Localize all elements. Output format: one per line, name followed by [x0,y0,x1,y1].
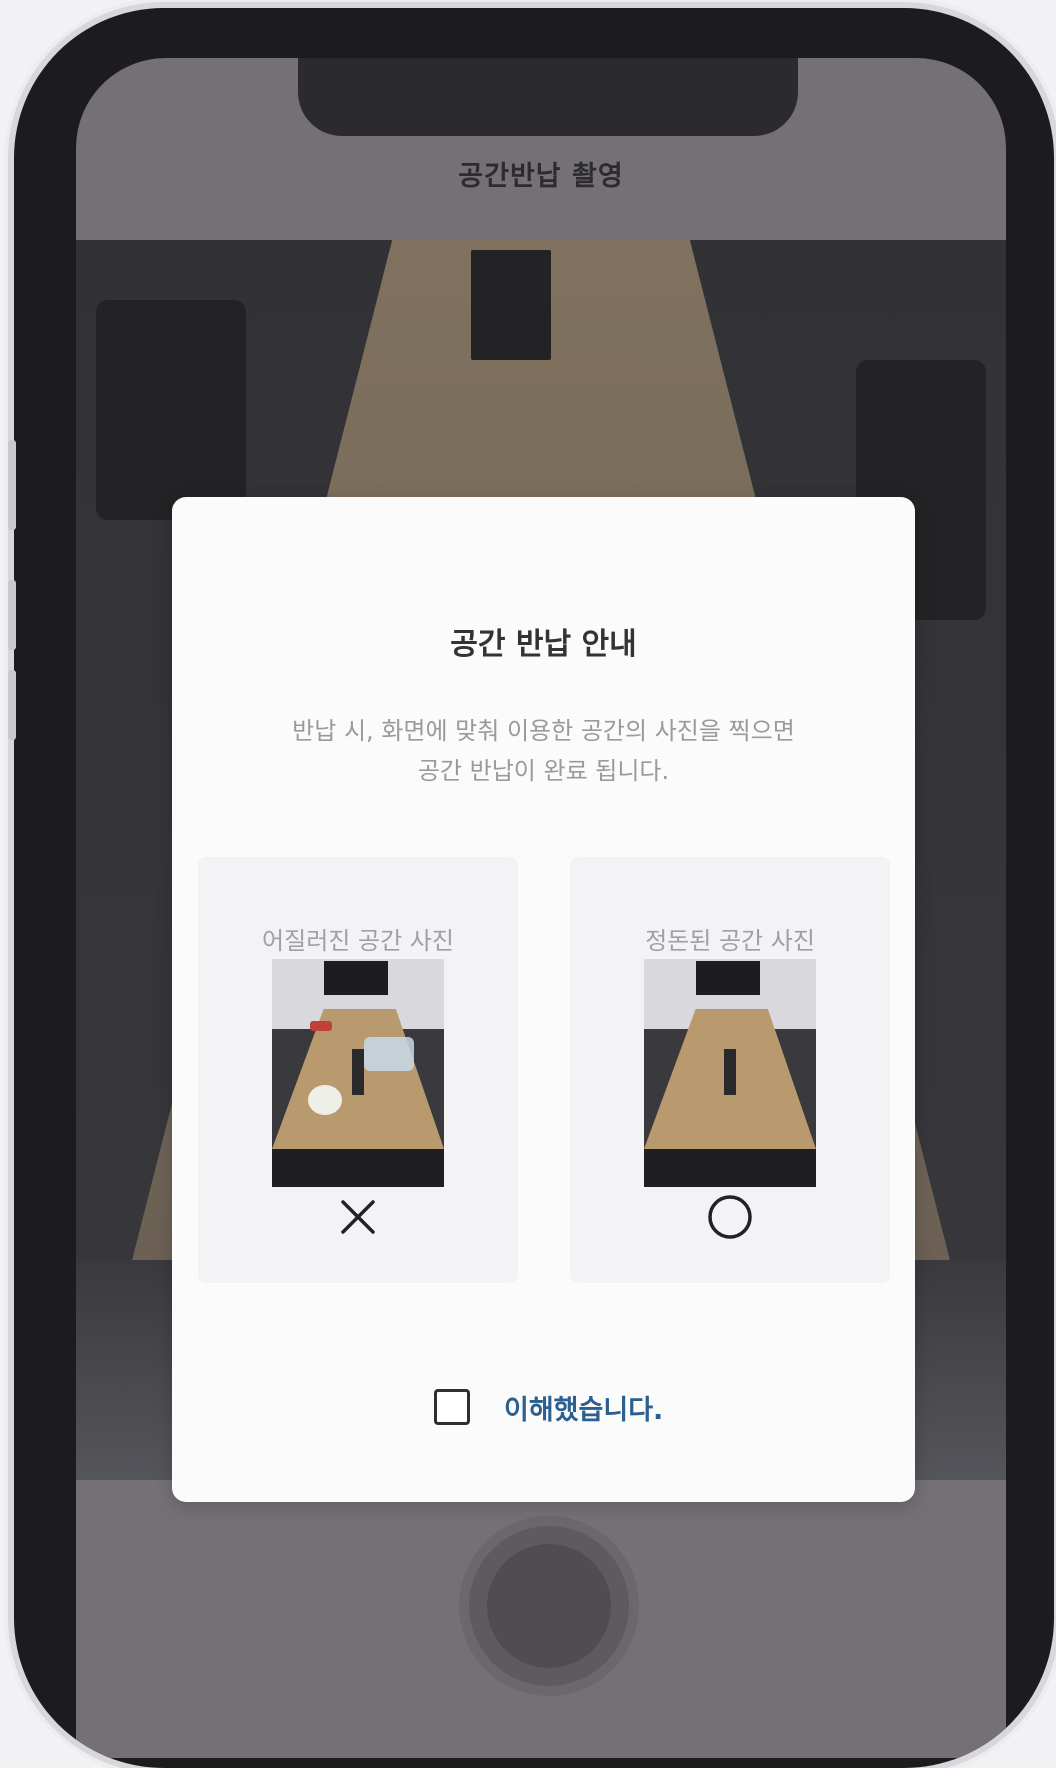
understood-label[interactable]: 이해했습니다. [504,1388,663,1427]
modal-description-line-2: 공간 반납이 완료 됩니다. [417,757,670,785]
phone-notch [298,58,798,136]
modal-description: 반납 시, 화면에 맞춰 이용한 공간의 사진을 찍으면 공간 반납이 완료 됩… [212,711,875,791]
messy-room-photo [272,959,444,1187]
shutter-button-inner [487,1544,611,1668]
modal-title: 공간 반납 안내 [450,627,637,662]
return-guide-modal: 공간 반납 안내 반납 시, 화면에 맞춰 이용한 공간의 사진을 찍으면 공간… [172,497,915,1502]
understood-confirm[interactable]: 이해했습니다. [434,1385,663,1429]
tidy-room-photo [644,959,816,1187]
phone-side-button-middle [8,580,16,650]
phone-side-button-bottom [8,670,16,740]
example-label-messy: 어질러진 공간 사진 [262,927,454,955]
example-label-tidy: 정돈된 공간 사진 [645,927,815,955]
modal-description-line-1: 반납 시, 화면에 맞춰 이용한 공간의 사진을 찍으면 [292,717,795,745]
page-title: 공간반납 촬영 [458,161,624,192]
x-mark-icon [341,1200,375,1234]
camera-monitor [471,250,551,360]
example-card-messy: 어질러진 공간 사진 [198,857,518,1283]
camera-chair-left [96,300,246,520]
phone-side-button-top [8,440,16,530]
understood-checkbox[interactable] [434,1389,470,1425]
shutter-button[interactable] [469,1526,629,1686]
example-card-tidy: 정돈된 공간 사진 [570,857,890,1283]
circle-mark-icon [708,1195,752,1239]
